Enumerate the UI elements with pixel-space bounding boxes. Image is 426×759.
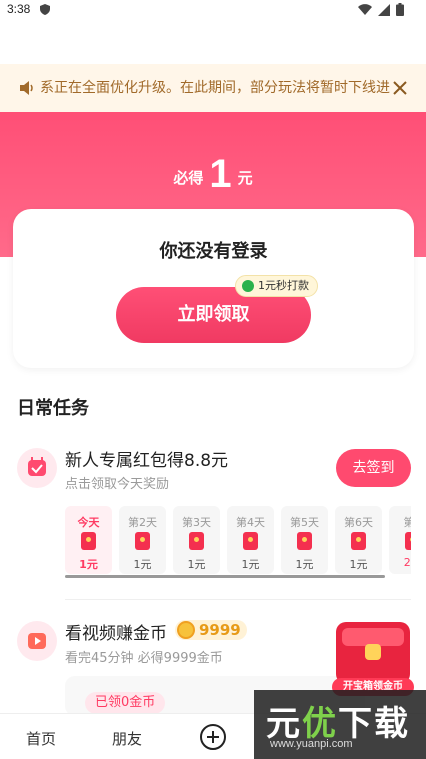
treasure-chest-button[interactable]: 开宝箱领金币 bbox=[332, 622, 414, 700]
day-card[interactable]: 第4天 1元 bbox=[227, 506, 274, 574]
coin-icon bbox=[177, 621, 195, 639]
calendar-icon bbox=[17, 448, 57, 488]
add-icon[interactable] bbox=[200, 724, 226, 750]
status-icons bbox=[358, 3, 404, 16]
notice-text: 系正在全面优化升级。在此期间，部分玩法将暂时下线进 bbox=[40, 80, 390, 96]
watermark: 元优下载 www.yuanpi.com bbox=[254, 690, 426, 759]
red-envelope-icon bbox=[297, 532, 312, 550]
red-envelope-icon bbox=[405, 532, 411, 550]
coin-value: 9999 bbox=[199, 621, 241, 639]
day-card[interactable]: 第2天 1元 bbox=[119, 506, 166, 574]
shield-icon bbox=[40, 4, 50, 15]
speaker-icon bbox=[20, 81, 33, 95]
day-label: 今天 bbox=[77, 516, 100, 529]
day-label: 第7 bbox=[403, 516, 412, 529]
day-card[interactable]: 第5天 1元 bbox=[281, 506, 328, 574]
day-label: 第5天 bbox=[290, 516, 319, 529]
app-screen: 3:38 系正在全面优化升级。在此期间，部分玩法将暂时下线进 必得 1 元 你还没有… bbox=[0, 0, 426, 759]
newbie-task-title: 新人专属红包得8.8元 bbox=[65, 451, 229, 471]
badge-label: 1元秒打款 bbox=[258, 279, 309, 292]
hero-reward: 必得 1 元 bbox=[0, 152, 426, 197]
status-bar: 3:38 bbox=[0, 0, 426, 20]
treasure-lock-icon bbox=[365, 644, 381, 660]
nav-home[interactable]: 首页 bbox=[26, 728, 56, 749]
day-label: 第4天 bbox=[236, 516, 265, 529]
video-task-title: 看视频赚金币 bbox=[65, 624, 167, 644]
signal-icon bbox=[358, 3, 372, 15]
day-amount: 1元 bbox=[133, 558, 152, 571]
login-title: 你还没有登录 bbox=[159, 241, 268, 262]
check-in-button[interactable]: 去签到 bbox=[336, 449, 411, 487]
claimed-coins-pill: 已领0金币 bbox=[85, 692, 166, 714]
red-envelope-icon bbox=[81, 532, 96, 550]
section-title: 日常任务 bbox=[17, 398, 89, 419]
day-amount: 1元 bbox=[187, 558, 206, 571]
watermark-url: www.yuanpi.com bbox=[270, 738, 353, 750]
check-icon bbox=[242, 280, 254, 292]
red-envelope-icon bbox=[243, 532, 258, 550]
red-envelope-icon bbox=[135, 532, 150, 550]
day-amount: 1元 bbox=[79, 558, 98, 571]
check-in-days: 今天 1元 第2天 1元 第3天 1元 第4天 1元 第5天 1元 第6天 1元 第7 2.8 bbox=[65, 506, 411, 576]
day-amount: 2.8 bbox=[403, 556, 411, 569]
play-icon bbox=[17, 621, 57, 661]
instant-payout-badge: 1元秒打款 bbox=[235, 275, 318, 297]
day-card[interactable]: 第6天 1元 bbox=[335, 506, 382, 574]
divider bbox=[65, 599, 411, 600]
red-envelope-icon bbox=[189, 532, 204, 550]
hero-amount: 1 bbox=[209, 152, 232, 196]
battery-icon bbox=[396, 3, 404, 16]
notice-bar: 系正在全面优化升级。在此期间，部分玩法将暂时下线进 bbox=[0, 64, 426, 112]
cellular-icon bbox=[378, 3, 390, 16]
newbie-task-subtitle: 点击领取今天奖励 bbox=[65, 477, 170, 492]
day-amount: 1元 bbox=[295, 558, 314, 571]
hero-prefix: 必得 bbox=[173, 169, 204, 187]
day-label: 第2天 bbox=[128, 516, 157, 529]
status-time: 3:38 bbox=[7, 2, 31, 16]
days-scrollbar[interactable] bbox=[65, 575, 385, 578]
day-amount: 1元 bbox=[349, 558, 368, 571]
day-card[interactable]: 今天 1元 bbox=[65, 506, 112, 574]
nav-friends[interactable]: 朋友 bbox=[112, 728, 142, 749]
red-envelope-icon bbox=[351, 532, 366, 550]
day-label: 第3天 bbox=[182, 516, 211, 529]
day-amount: 1元 bbox=[241, 558, 260, 571]
hero-unit: 元 bbox=[237, 169, 253, 187]
day-label: 第6天 bbox=[344, 516, 373, 529]
day-card[interactable]: 第3天 1元 bbox=[173, 506, 220, 574]
video-task-subtitle: 看完45分钟 必得9999金币 bbox=[65, 651, 223, 666]
close-icon[interactable] bbox=[390, 78, 410, 98]
coin-reward-badge: 9999 bbox=[175, 620, 247, 640]
day-card[interactable]: 第7 2.8 bbox=[389, 506, 411, 574]
login-card: 你还没有登录 立即领取 1元秒打款 bbox=[13, 209, 414, 368]
